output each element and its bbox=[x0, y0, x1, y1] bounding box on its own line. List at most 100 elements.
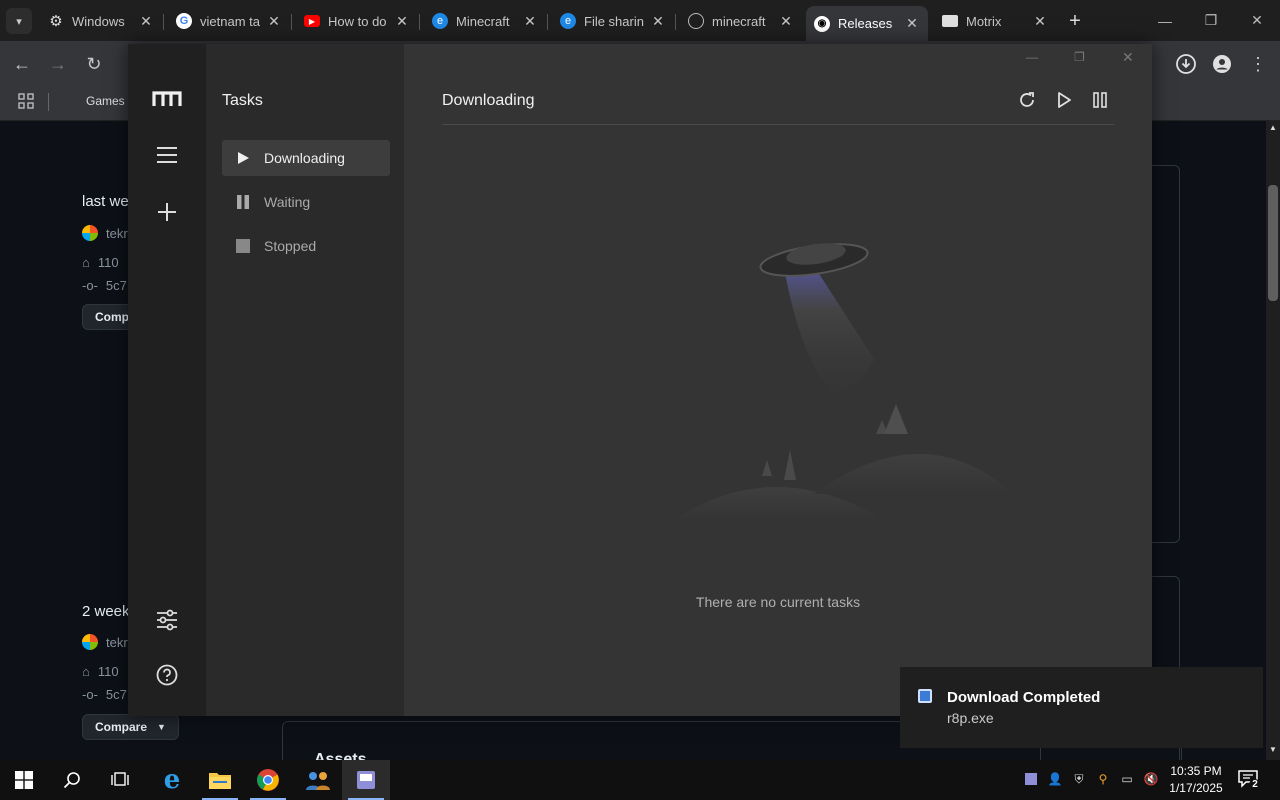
tray-people-icon[interactable]: 👤 bbox=[1046, 770, 1064, 788]
taskbar-clock[interactable]: 10:35 PM 1/17/2025 bbox=[1164, 763, 1228, 797]
tab-minecraft-globe[interactable]: minecraft ✕ bbox=[680, 6, 802, 36]
menu-toggle-button[interactable] bbox=[156, 146, 178, 169]
tab-google-search[interactable]: G vietnam ta ✕ bbox=[168, 6, 290, 36]
release-tag[interactable]: ⌂ 110 bbox=[82, 664, 119, 679]
close-icon: ✕ bbox=[1251, 12, 1263, 28]
chevron-down-icon: ▾ bbox=[16, 15, 22, 28]
tab-youtube[interactable]: ▶ How to do ✕ bbox=[296, 6, 418, 36]
menu-button[interactable]: ⋮ bbox=[1244, 50, 1272, 78]
taskbar-chrome[interactable] bbox=[244, 760, 292, 800]
gear-icon: ⚙ bbox=[49, 13, 63, 30]
scroll-up-arrow[interactable]: ▲ bbox=[1269, 123, 1277, 132]
release-commit[interactable]: -o- 5c7 bbox=[82, 687, 127, 702]
notification-title: Download Completed bbox=[947, 689, 1101, 706]
apps-icon[interactable] bbox=[18, 93, 34, 109]
task-view-button[interactable] bbox=[96, 760, 144, 800]
restore-button[interactable]: ❐ bbox=[1188, 0, 1234, 41]
resume-all-button[interactable] bbox=[1056, 91, 1072, 114]
refresh-button[interactable] bbox=[1018, 91, 1036, 114]
motrix-app-icon bbox=[918, 689, 932, 703]
close-tab-icon[interactable]: ✕ bbox=[904, 15, 920, 32]
taskbar-internet-explorer[interactable]: e bbox=[148, 760, 196, 800]
compare-button[interactable]: Compare ▼ bbox=[82, 714, 179, 740]
motrix-logo bbox=[152, 90, 182, 113]
close-tab-icon[interactable]: ✕ bbox=[266, 13, 282, 30]
forward-button[interactable]: → bbox=[44, 50, 72, 78]
tray-motrix-icon[interactable] bbox=[1022, 770, 1040, 788]
page-scrollbar[interactable]: ▲ ▼ bbox=[1266, 121, 1280, 760]
network-icon[interactable]: ▭ bbox=[1118, 770, 1136, 788]
window-close-button[interactable]: ✕ bbox=[1122, 49, 1134, 66]
release-author[interactable]: tekr bbox=[82, 225, 128, 241]
release-commit[interactable]: -o- 5c7 bbox=[82, 278, 127, 293]
close-window-button[interactable]: ✕ bbox=[1234, 0, 1280, 41]
tab-divider bbox=[163, 14, 164, 30]
start-button[interactable] bbox=[0, 760, 48, 800]
motrix-nav-rail bbox=[128, 44, 206, 716]
close-tab-icon[interactable]: ✕ bbox=[522, 13, 538, 30]
release-tag[interactable]: ⌂ 110 bbox=[82, 255, 119, 270]
bookmark-games[interactable]: Games bbox=[86, 94, 125, 108]
pause-all-button[interactable] bbox=[1092, 91, 1108, 114]
tab-file-sharing[interactable]: e File sharin ✕ bbox=[552, 6, 674, 36]
window-minimize-button[interactable]: — bbox=[1026, 50, 1038, 64]
close-tab-icon[interactable]: ✕ bbox=[778, 13, 794, 30]
help-button[interactable] bbox=[156, 664, 178, 691]
back-button[interactable]: ← bbox=[8, 50, 36, 78]
windows-logo-icon bbox=[15, 771, 33, 789]
close-tab-icon[interactable]: ✕ bbox=[650, 13, 666, 30]
new-tab-button[interactable]: + bbox=[1062, 8, 1088, 34]
notification-filename: r8p.exe bbox=[947, 710, 994, 726]
tab-github-releases[interactable]: ◉ Releases ✕ bbox=[806, 6, 928, 41]
restore-icon: ❐ bbox=[1204, 12, 1218, 28]
taskbar-file-explorer[interactable] bbox=[196, 760, 244, 800]
github-icon: ◉ bbox=[814, 15, 830, 32]
tab-title: Releases bbox=[838, 16, 893, 31]
close-tab-icon[interactable]: ✕ bbox=[138, 13, 154, 30]
arrow-left-icon: ← bbox=[13, 53, 31, 74]
sidebar-item-stopped[interactable]: Stopped bbox=[222, 228, 390, 264]
downloads-button[interactable] bbox=[1172, 50, 1200, 78]
taskbar-people-app[interactable] bbox=[294, 760, 342, 800]
help-circle-icon bbox=[156, 664, 178, 686]
play-icon bbox=[234, 151, 252, 165]
windows-avatar-icon bbox=[82, 225, 98, 241]
caret-down-icon: ▼ bbox=[157, 722, 166, 732]
tray-search-icon[interactable]: ⚲ bbox=[1094, 770, 1112, 788]
tab-motrix[interactable]: Motrix ✕ bbox=[934, 6, 1056, 36]
taskbar-search-button[interactable] bbox=[48, 760, 96, 800]
close-tab-icon[interactable]: ✕ bbox=[1032, 13, 1048, 30]
stop-icon bbox=[234, 239, 252, 253]
scrollbar-thumb[interactable] bbox=[1268, 185, 1278, 301]
commit-icon: -o- bbox=[82, 278, 98, 293]
minimize-button[interactable]: — bbox=[1142, 0, 1188, 41]
main-title: Downloading bbox=[442, 92, 535, 109]
download-complete-notification[interactable]: Download Completed r8p.exe bbox=[900, 667, 1263, 748]
internet-explorer-icon: e bbox=[163, 765, 181, 795]
volume-muted-icon[interactable]: 🔇 bbox=[1142, 770, 1160, 788]
bookmark-divider bbox=[48, 93, 49, 111]
taskbar-motrix[interactable] bbox=[342, 760, 390, 800]
preferences-button[interactable] bbox=[156, 609, 178, 636]
empty-state-text: There are no current tasks bbox=[695, 594, 861, 610]
scroll-down-arrow[interactable]: ▼ bbox=[1269, 745, 1277, 754]
sidebar-item-waiting[interactable]: Waiting bbox=[222, 184, 390, 220]
clock-time: 10:35 PM bbox=[1170, 764, 1222, 778]
window-maximize-button[interactable]: ❐ bbox=[1074, 50, 1085, 64]
refresh-icon bbox=[1020, 92, 1034, 107]
tray-windows-security-icon[interactable]: ⛨ bbox=[1070, 770, 1088, 788]
tab-minecraft-edge[interactable]: e Minecraft ✕ bbox=[424, 6, 546, 36]
motrix-icon bbox=[942, 15, 958, 27]
edge-icon: e bbox=[432, 13, 448, 29]
tab-windows[interactable]: ⚙ Windows ✕ bbox=[40, 6, 162, 36]
sidebar-item-downloading[interactable]: Downloading bbox=[222, 140, 390, 176]
release-author[interactable]: tekr bbox=[82, 634, 128, 650]
close-tab-icon[interactable]: ✕ bbox=[394, 13, 410, 30]
search-icon bbox=[63, 772, 80, 789]
reload-button[interactable]: ↻ bbox=[80, 50, 108, 78]
action-center-button[interactable]: 2 bbox=[1234, 766, 1264, 794]
tab-search-button[interactable]: ▾ bbox=[6, 8, 32, 34]
profile-button[interactable] bbox=[1208, 50, 1236, 78]
sidebar-item-label: Waiting bbox=[264, 194, 311, 210]
add-task-button[interactable] bbox=[157, 202, 177, 227]
